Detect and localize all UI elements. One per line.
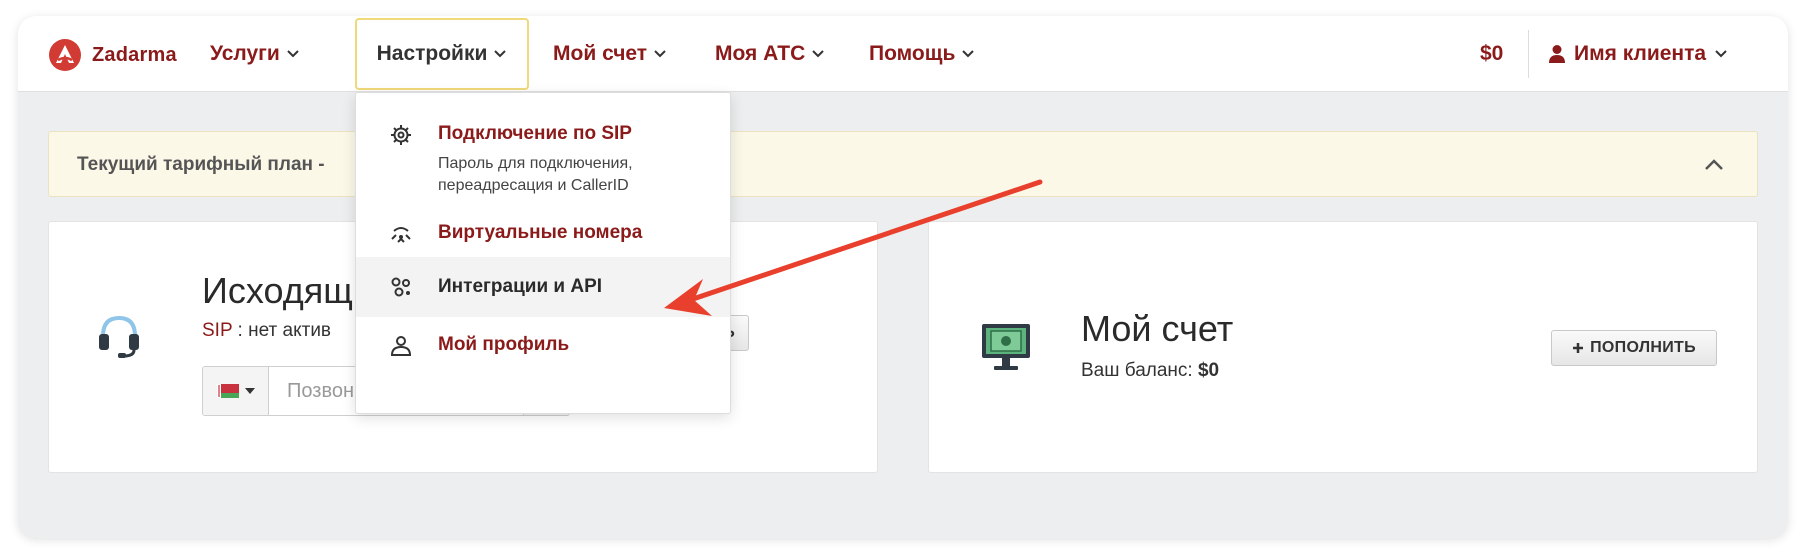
app-window: Zadarma Услуги Настройки Мой счет Моя АТ… — [18, 16, 1788, 538]
annotation-arrow — [664, 179, 1043, 316]
